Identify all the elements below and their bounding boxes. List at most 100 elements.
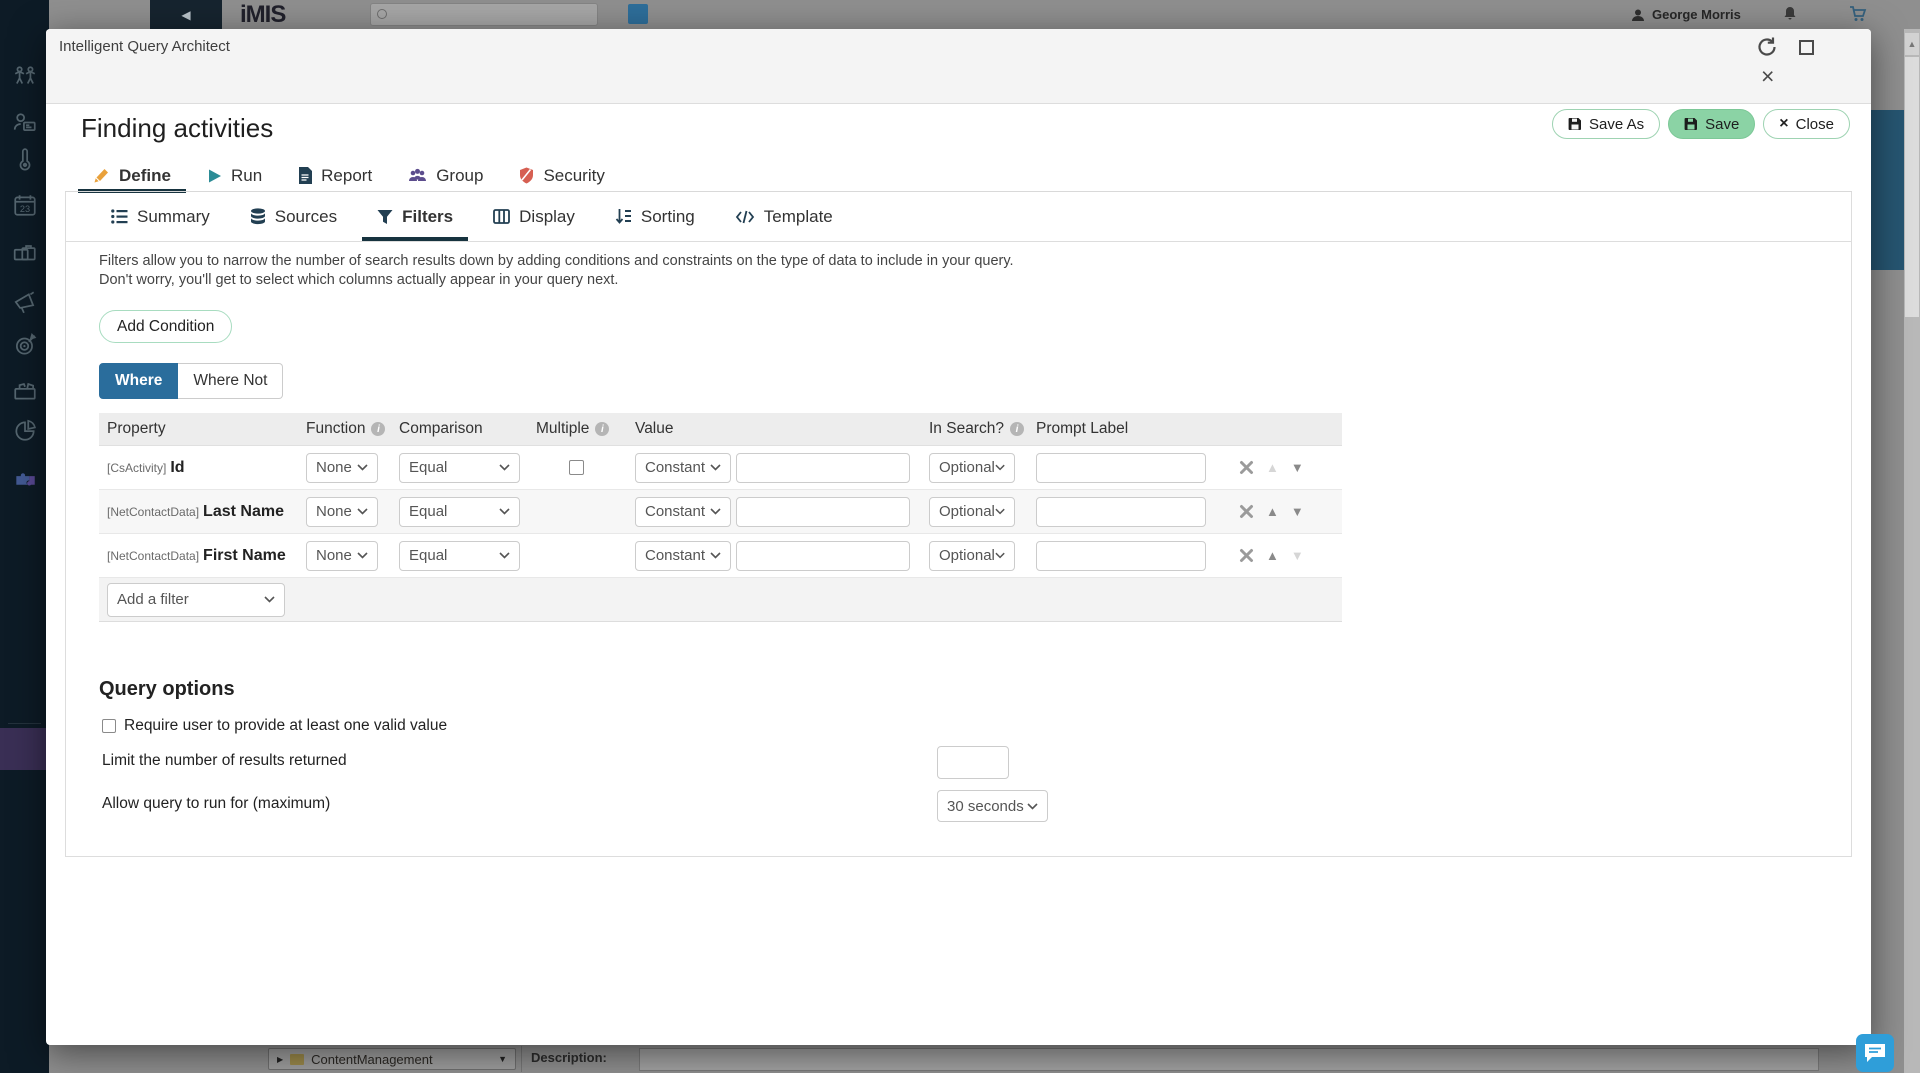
property-cell: [NetContactData]Last Name (99, 503, 306, 521)
add-filter-select[interactable]: Add a filter (107, 583, 285, 617)
limit-results-label: Limit the number of results returned (102, 752, 347, 770)
filters-description-line1: Filters allow you to narrow the number o… (99, 252, 1014, 271)
save-button[interactable]: Save (1668, 109, 1755, 139)
refresh-icon[interactable] (1755, 35, 1779, 59)
value-input[interactable] (736, 453, 910, 483)
require-valid-checkbox[interactable] (102, 719, 116, 733)
move-down-icon[interactable]: ▼ (1291, 460, 1304, 475)
pencil-icon (93, 167, 110, 184)
require-valid-label: Require user to provide at least one val… (124, 717, 447, 735)
membership-icon[interactable] (12, 109, 38, 135)
scrollbar-up-arrow[interactable]: ▲ (1905, 33, 1919, 55)
page-scrollbar[interactable]: ▲ (1904, 29, 1920, 1073)
remove-row-icon[interactable] (1239, 548, 1254, 563)
subtab-sources[interactable]: Sources (235, 192, 352, 241)
events-icon[interactable]: 23 (12, 192, 38, 218)
value-input[interactable] (736, 497, 910, 527)
expand-caret-icon: ▶ (277, 1055, 283, 1064)
prompt-label-input[interactable] (1036, 541, 1206, 571)
comparison-select[interactable]: Equal (399, 453, 520, 483)
move-down-icon[interactable]: ▼ (1291, 504, 1304, 519)
subtab-divider (66, 241, 1851, 242)
value-input[interactable] (736, 541, 910, 571)
filter-funnel-icon (377, 209, 393, 225)
scrollbar-thumb[interactable] (1905, 57, 1919, 317)
where-not-button[interactable]: Where Not (178, 363, 283, 399)
value-type-select[interactable]: Constant (635, 541, 731, 571)
chevron-down-icon (995, 552, 1005, 559)
save-icon (1684, 117, 1698, 131)
user-name: George Morris (1652, 7, 1741, 22)
community-icon[interactable] (12, 64, 38, 90)
info-icon[interactable]: i (371, 422, 385, 436)
col-function: Functioni (306, 420, 399, 438)
function-select[interactable]: None (306, 541, 378, 571)
engagement-target-icon[interactable] (12, 332, 38, 358)
prompt-label-input[interactable] (1036, 497, 1206, 527)
tab-run[interactable]: Run (192, 159, 277, 192)
commerce-icon[interactable] (12, 240, 38, 266)
remove-row-icon[interactable] (1239, 460, 1254, 475)
value-type-select[interactable]: Constant (635, 497, 731, 527)
description-label: Description: (531, 1050, 607, 1065)
reports-pie-icon[interactable] (12, 417, 38, 443)
close-button[interactable]: × Close (1763, 109, 1850, 139)
chevron-down-icon (710, 508, 721, 515)
subtab-filters[interactable]: Filters (362, 192, 468, 241)
subtab-display[interactable]: Display (478, 192, 590, 241)
resources-icon[interactable] (12, 377, 38, 403)
function-select[interactable]: None (306, 453, 378, 483)
chat-widget-button[interactable] (1856, 1034, 1894, 1072)
move-up-icon[interactable]: ▲ (1266, 548, 1279, 563)
prompt-label-input[interactable] (1036, 453, 1206, 483)
filters-description: Filters allow you to narrow the number o… (99, 252, 1014, 290)
in-search-select[interactable]: Optional (929, 541, 1015, 571)
move-up-icon[interactable]: ▲ (1266, 504, 1279, 519)
remove-row-icon[interactable] (1239, 504, 1254, 519)
col-in-search: In Search?i (929, 420, 1036, 438)
chevron-down-icon (357, 464, 368, 471)
close-dialog-icon[interactable]: × (1761, 65, 1774, 88)
multiple-checkbox[interactable] (569, 460, 584, 475)
max-runtime-label: Allow query to run for (maximum) (102, 795, 330, 813)
comparison-select[interactable]: Equal (399, 497, 520, 527)
chevron-down-icon (499, 464, 510, 471)
save-as-button[interactable]: Save As (1552, 109, 1660, 139)
chevron-down-icon (710, 552, 721, 559)
fundraising-icon[interactable] (12, 147, 38, 173)
where-toggle: Where Where Not (99, 363, 283, 399)
comparison-select[interactable]: Equal (399, 541, 520, 571)
info-icon[interactable]: i (1010, 422, 1024, 436)
limit-results-input[interactable] (937, 746, 1009, 779)
brand-logo: iMIS (240, 1, 285, 29)
folder-icon (290, 1054, 304, 1065)
chevron-down-icon (995, 464, 1005, 471)
tab-define[interactable]: Define (78, 159, 186, 192)
bell-icon (1782, 6, 1798, 22)
value-type-select[interactable]: Constant (635, 453, 731, 483)
tab-group[interactable]: Group (393, 159, 498, 192)
database-icon (250, 208, 266, 225)
function-select[interactable]: None (306, 497, 378, 527)
app-sidebar: 23 (0, 0, 49, 1073)
max-runtime-select[interactable]: 30 seconds (937, 790, 1048, 822)
search-icon (377, 9, 387, 19)
where-button[interactable]: Where (99, 363, 178, 399)
subtab-template[interactable]: Template (720, 192, 848, 241)
chevron-down-icon (995, 508, 1005, 515)
subtab-summary[interactable]: Summary (96, 192, 225, 241)
in-search-select[interactable]: Optional (929, 453, 1015, 483)
sub-tab-bar: Summary Sources Filters Display Sorting … (96, 192, 858, 241)
add-condition-button[interactable]: Add Condition (99, 310, 232, 343)
marketing-icon[interactable] (12, 289, 38, 315)
sidebar-divider (8, 723, 41, 724)
maximize-icon[interactable] (1799, 40, 1814, 55)
sidebar-active-item[interactable] (0, 728, 49, 770)
info-icon[interactable]: i (595, 422, 609, 436)
in-search-select[interactable]: Optional (929, 497, 1015, 527)
subtab-sorting[interactable]: Sorting (600, 192, 710, 241)
tab-security[interactable]: Security (504, 159, 619, 192)
tab-report[interactable]: Report (283, 159, 387, 192)
code-icon (735, 210, 755, 224)
rise-puzzle-icon[interactable] (12, 462, 38, 488)
